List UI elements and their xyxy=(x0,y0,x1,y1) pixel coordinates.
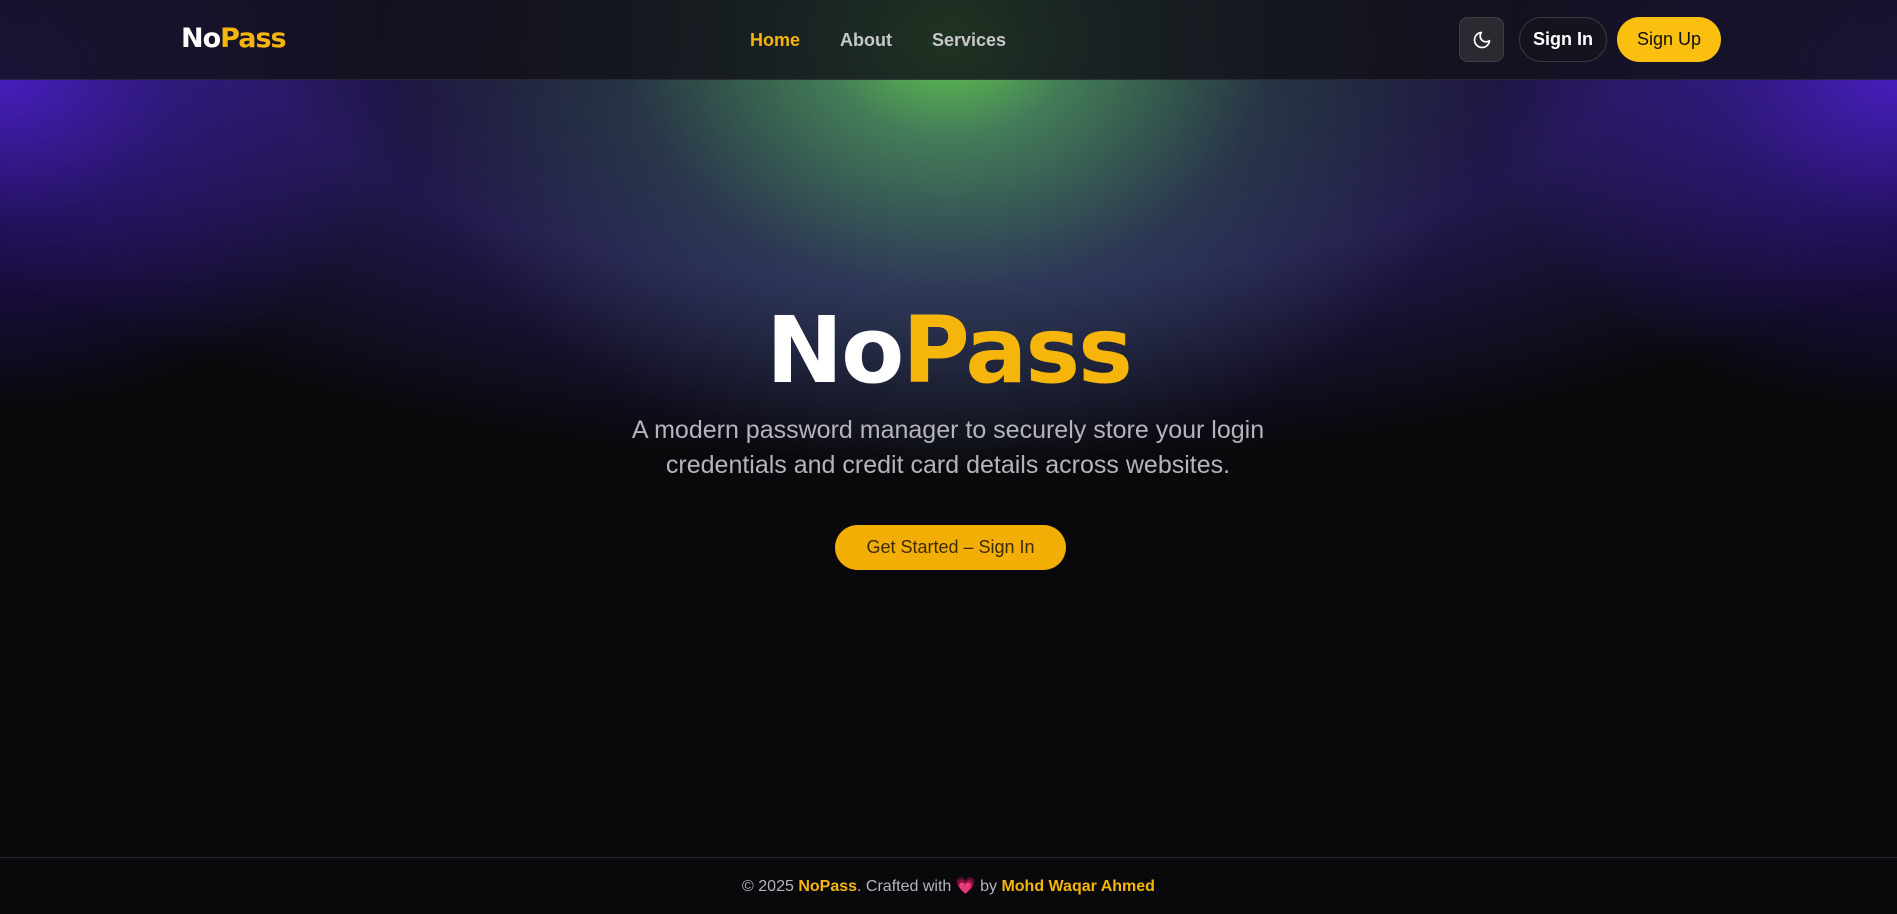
hero-subtitle: A modern password manager to securely st… xyxy=(631,416,1265,479)
theme-toggle-button[interactable] xyxy=(1459,17,1504,62)
sign-up-button[interactable]: Sign Up xyxy=(1617,17,1721,62)
top-navbar: NoPass Home About Services Sign In Sign … xyxy=(0,0,1897,80)
logo-text-pass: Pass xyxy=(220,23,286,54)
page: NoPass Home About Services Sign In Sign … xyxy=(0,0,1897,914)
footer-author-link[interactable]: Mohd Waqar Ahmed xyxy=(1001,878,1154,895)
footer-crafted: . Crafted with xyxy=(857,878,956,895)
main-nav: Home About Services xyxy=(750,26,1046,54)
nav-link-home[interactable]: Home xyxy=(750,26,800,54)
nav-link-services[interactable]: Services xyxy=(932,26,1006,54)
footer: © 2025 NoPass. Crafted with 💗 by Mohd Wa… xyxy=(0,857,1897,914)
hero-title-pass: Pass xyxy=(902,297,1133,404)
nav-link-about[interactable]: About xyxy=(840,26,892,54)
footer-by: by xyxy=(975,878,1002,895)
footer-copyright: © 2025 xyxy=(742,878,799,895)
heart-icon: 💗 xyxy=(955,878,976,895)
sign-in-button[interactable]: Sign In xyxy=(1519,17,1607,62)
hero-title: NoPass xyxy=(0,296,1897,406)
logo-text-no: No xyxy=(181,23,221,54)
footer-brand: NoPass xyxy=(798,878,858,895)
footer-credits: © 2025 NoPass. Crafted with 💗 by Mohd Wa… xyxy=(0,877,1897,897)
brand-logo[interactable]: NoPass xyxy=(181,21,287,57)
get-started-button[interactable]: Get Started – Sign In xyxy=(835,525,1066,570)
moon-icon xyxy=(1473,31,1490,48)
hero-title-no: No xyxy=(766,297,904,404)
